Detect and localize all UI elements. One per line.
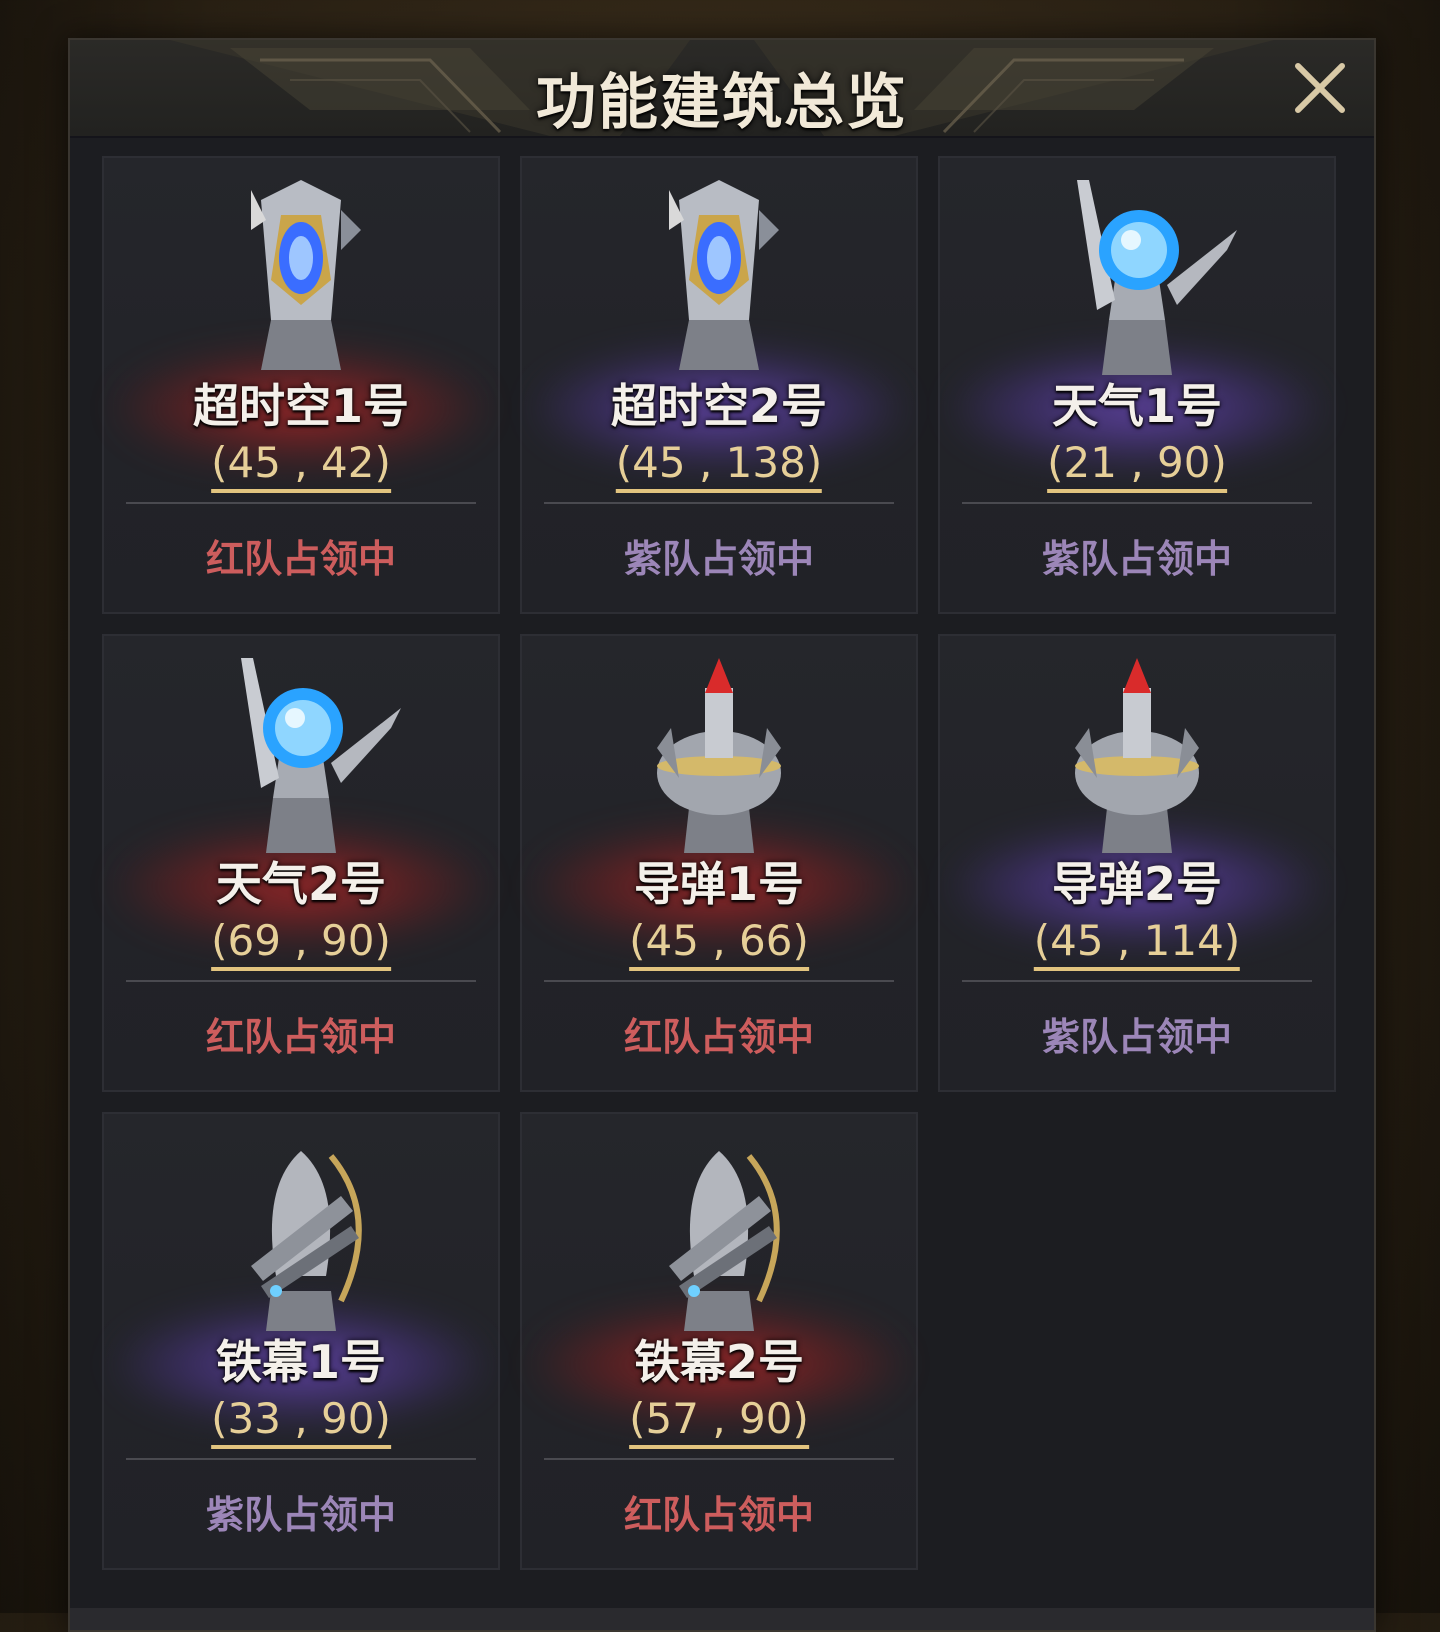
occupation-status: 红队占领中 [205, 537, 396, 581]
divider [544, 980, 894, 982]
close-icon [1295, 63, 1345, 113]
divider [126, 980, 476, 982]
divider [962, 980, 1312, 982]
building-coordinates-link[interactable]: (57 , 90) [629, 1394, 809, 1449]
building-coordinates-link[interactable]: (33 , 90) [211, 1394, 391, 1449]
divider [544, 502, 894, 504]
building-coordinates-link[interactable]: (45 , 138) [615, 438, 823, 493]
building-name: 导弹2号 [1051, 857, 1222, 911]
panel-bottom-edge [70, 1608, 1374, 1630]
occupation-status: 红队占领中 [623, 1015, 814, 1059]
building-coordinates-link[interactable]: (21 , 90) [1047, 438, 1227, 493]
building-card[interactable]: 超时空1号 (45 , 42) 红队占领中 [102, 156, 500, 614]
divider [544, 1458, 894, 1460]
chronosphere-tower-icon [251, 180, 361, 370]
building-name: 天气1号 [1051, 379, 1222, 433]
building-name: 导弹1号 [633, 857, 804, 911]
occupation-status: 紫队占领中 [623, 537, 814, 581]
building-card[interactable]: 铁幕1号 (33 , 90) 紫队占领中 [102, 1112, 500, 1570]
missile-tower-icon [657, 658, 781, 853]
building-card[interactable]: 天气1号 (21 , 90) 紫队占领中 [938, 156, 1336, 614]
building-coordinates-link[interactable]: (45 , 66) [629, 916, 809, 971]
building-name: 铁幕2号 [633, 1335, 804, 1389]
divider [962, 502, 1312, 504]
building-card[interactable]: 导弹2号 (45 , 114) 紫队占领中 [938, 634, 1336, 1092]
panel-header: 功能建筑总览 [70, 40, 1374, 138]
occupation-status: 紫队占领中 [205, 1493, 396, 1537]
missile-tower-icon [1075, 658, 1199, 853]
divider [126, 502, 476, 504]
weather-tower-icon [241, 658, 401, 853]
panel-title: 功能建筑总览 [536, 68, 908, 138]
building-overview-panel: 功能建筑总览 超时空1号 (45 , 42) 红队占领中 超时空2号 (45 ,… [68, 38, 1376, 1632]
building-coordinates-link[interactable]: (45 , 114) [1033, 916, 1241, 971]
occupation-status: 红队占领中 [205, 1015, 396, 1059]
building-name: 铁幕1号 [215, 1335, 386, 1389]
building-coordinates-link[interactable]: (69 , 90) [211, 916, 391, 971]
building-coordinates-link[interactable]: (45 , 42) [211, 438, 391, 493]
building-card[interactable]: 天气2号 (69 , 90) 红队占领中 [102, 634, 500, 1092]
building-card[interactable]: 导弹1号 (45 , 66) 红队占领中 [520, 634, 918, 1092]
building-name: 超时空2号 [610, 379, 827, 433]
iron-curtain-tower-icon [669, 1151, 780, 1331]
occupation-status: 红队占领中 [623, 1493, 814, 1537]
weather-tower-icon [1077, 180, 1237, 375]
chronosphere-tower-icon [669, 180, 779, 370]
building-card[interactable]: 铁幕2号 (57 , 90) 红队占领中 [520, 1112, 918, 1570]
building-name: 超时空1号 [192, 379, 409, 433]
iron-curtain-tower-icon [251, 1151, 362, 1331]
divider [126, 1458, 476, 1460]
close-button[interactable] [1288, 56, 1352, 120]
building-name: 天气2号 [215, 857, 386, 911]
building-card[interactable]: 超时空2号 (45 , 138) 紫队占领中 [520, 156, 918, 614]
occupation-status: 紫队占领中 [1041, 537, 1232, 581]
occupation-status: 紫队占领中 [1041, 1015, 1232, 1059]
